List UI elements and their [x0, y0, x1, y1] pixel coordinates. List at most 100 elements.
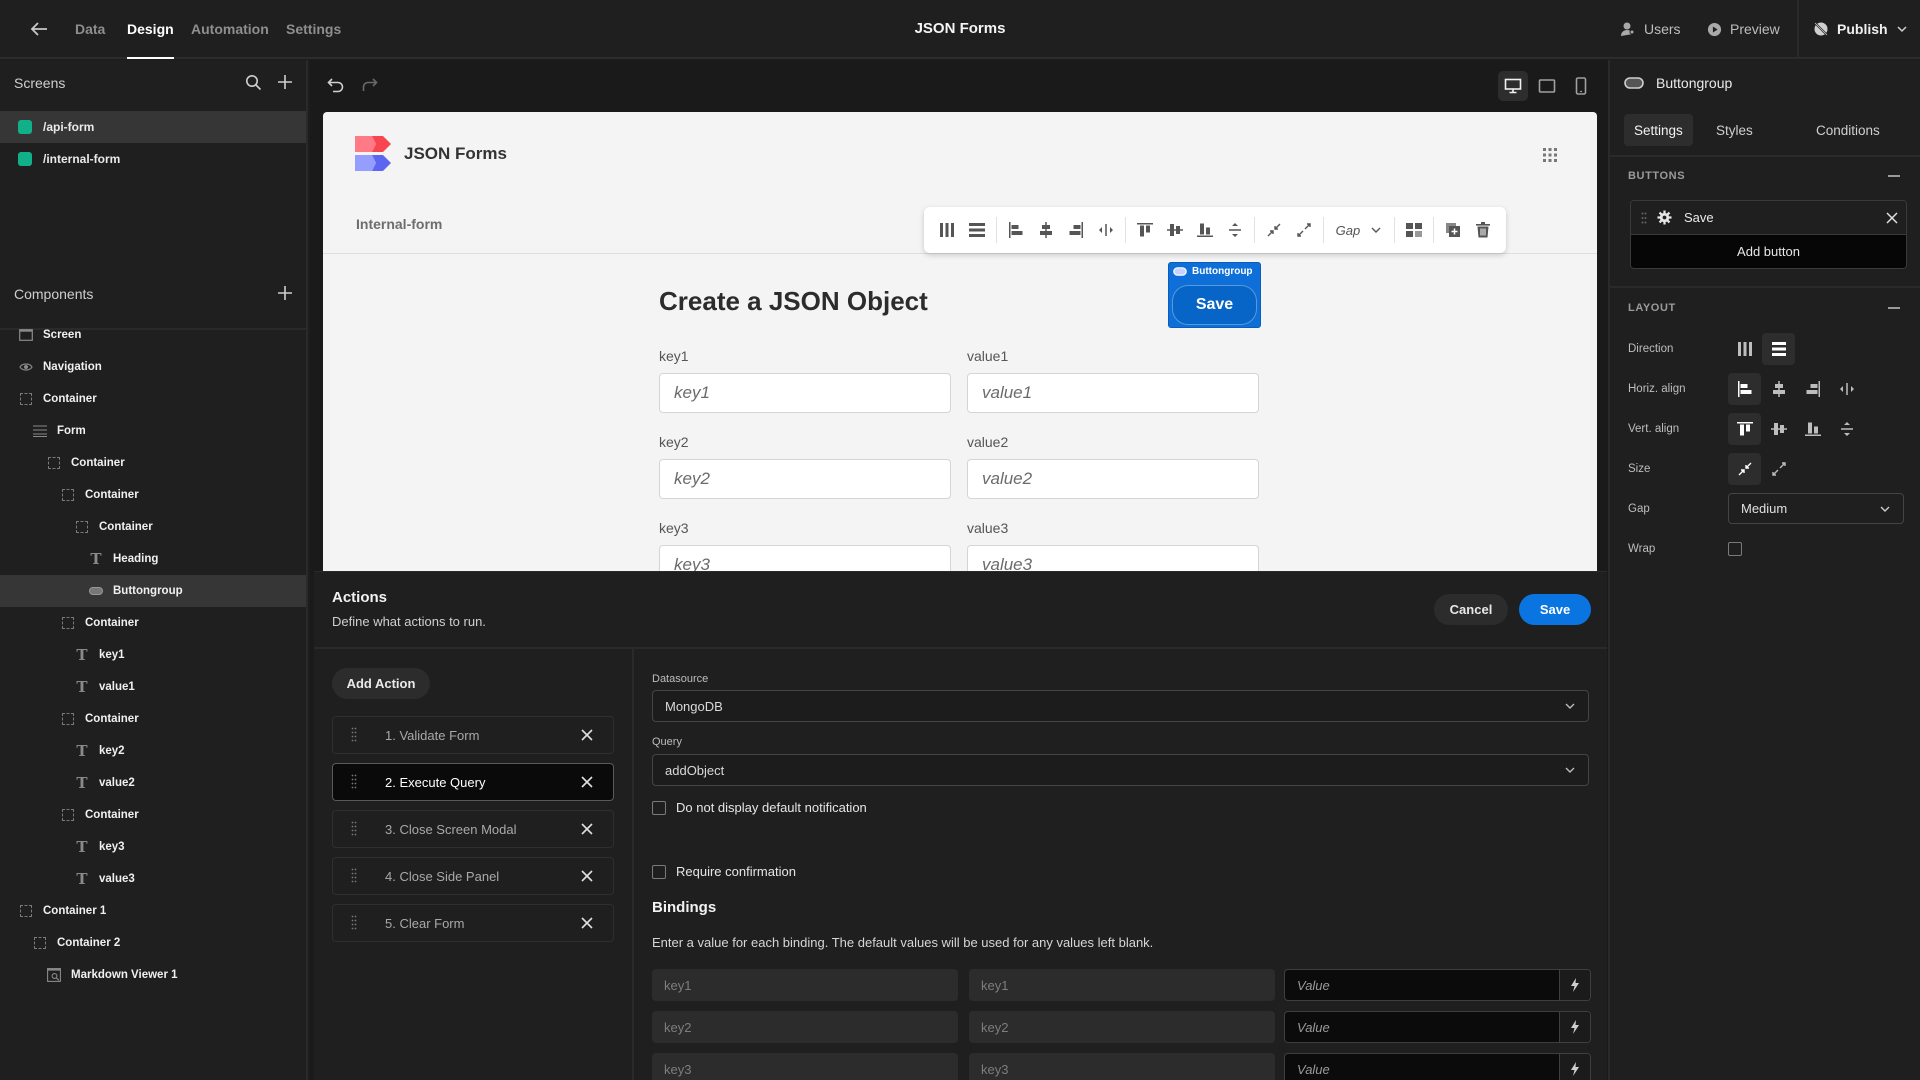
screen-item-api-form[interactable]: /api-form [0, 111, 306, 143]
toolbar-gap-select[interactable]: Gap [1328, 215, 1391, 245]
action-item[interactable]: 3. Close Screen Modal [332, 810, 614, 848]
drag-handle-icon[interactable] [1641, 212, 1647, 224]
remove-action-icon[interactable] [581, 917, 601, 929]
no-notification-checkbox-row[interactable]: Do not display default notification [652, 800, 867, 815]
toolbar-shrink-button[interactable] [1259, 215, 1289, 245]
vert-align-middle-button[interactable] [1762, 413, 1795, 445]
toolbar-direction-row-button[interactable] [932, 215, 962, 245]
preview-button[interactable]: Preview [1707, 17, 1780, 41]
tab-settings[interactable]: Settings [286, 0, 341, 59]
back-button[interactable] [28, 18, 50, 40]
bindings-lightning-button[interactable] [1559, 970, 1590, 1000]
key1-input[interactable] [659, 373, 951, 413]
tree-item[interactable]: Tvalue3 [0, 863, 306, 895]
toolbar-delete-button[interactable] [1468, 215, 1498, 245]
horiz-align-left-button[interactable] [1728, 373, 1761, 405]
tablet-view-button[interactable] [1532, 71, 1562, 101]
tree-item[interactable]: Container [0, 799, 306, 831]
tree-item[interactable]: Tkey1 [0, 639, 306, 671]
remove-action-icon[interactable] [581, 870, 601, 882]
add-button-button[interactable]: Add button [1631, 235, 1906, 268]
collapse-buttons-section[interactable] [1888, 175, 1900, 177]
screen-item-internal-form[interactable]: /internal-form [0, 143, 306, 175]
binding-value-input[interactable] [1285, 970, 1559, 1000]
action-item[interactable]: 1. Validate Form [332, 716, 614, 754]
toolbar-align-left-button[interactable] [1001, 215, 1031, 245]
form-save-button[interactable]: Save [1172, 285, 1257, 325]
drag-handle-icon[interactable] [351, 821, 365, 837]
toolbar-grow-button[interactable] [1289, 215, 1319, 245]
tab-settings[interactable]: Settings [1624, 114, 1693, 146]
vert-align-stretch-button[interactable] [1830, 413, 1863, 445]
remove-button-icon[interactable] [1886, 211, 1898, 224]
gap-select[interactable]: Medium [1728, 493, 1904, 524]
toolbar-valign-top-button[interactable] [1130, 215, 1160, 245]
actions-cancel-button[interactable]: Cancel [1434, 594, 1508, 625]
toolbar-direction-column-button[interactable] [962, 215, 992, 245]
tree-item[interactable]: Buttongroup [0, 575, 306, 607]
add-action-button[interactable]: Add Action [332, 668, 430, 699]
tree-item[interactable]: Tvalue1 [0, 671, 306, 703]
actions-save-button[interactable]: Save [1519, 594, 1591, 625]
value2-input[interactable] [967, 459, 1259, 499]
drag-handle-icon[interactable] [351, 915, 365, 931]
tree-item[interactable]: Container 2 [0, 927, 306, 959]
remove-action-icon[interactable] [581, 776, 601, 788]
action-item[interactable]: 2. Execute Query [332, 763, 614, 801]
tree-item[interactable]: Container [0, 511, 306, 543]
tab-conditions[interactable]: Conditions [1806, 114, 1890, 146]
nav-link-internal-form[interactable]: Internal-form [356, 216, 442, 232]
add-component-button[interactable] [276, 284, 294, 302]
redo-button[interactable] [359, 75, 379, 95]
tree-item[interactable]: Markdown Viewer 1 [0, 959, 306, 991]
require-confirmation-checkbox-row[interactable]: Require confirmation [652, 864, 796, 879]
collapse-layout-section[interactable] [1888, 307, 1900, 309]
require-confirmation-checkbox[interactable] [652, 864, 666, 879]
vert-align-top-button[interactable] [1728, 413, 1761, 445]
mobile-view-button[interactable] [1566, 71, 1596, 101]
tree-item[interactable]: Tkey3 [0, 831, 306, 863]
size-grow-button[interactable] [1762, 453, 1795, 485]
no-notification-checkbox[interactable] [652, 800, 666, 815]
tree-item[interactable]: Tvalue2 [0, 767, 306, 799]
toolbar-align-right-button[interactable] [1061, 215, 1091, 245]
binding-value-input[interactable] [1285, 1054, 1559, 1080]
toolbar-valign-stretch-button[interactable] [1220, 215, 1250, 245]
tree-item[interactable]: Form [0, 415, 306, 447]
tree-item[interactable]: Navigation [0, 351, 306, 383]
tree-item[interactable]: T Heading [0, 543, 306, 575]
tree-item[interactable]: Container 1 [0, 895, 306, 927]
key2-input[interactable] [659, 459, 951, 499]
direction-row-button[interactable] [1728, 333, 1761, 365]
action-item[interactable]: 4. Close Side Panel [332, 857, 614, 895]
tree-item[interactable]: Container [0, 447, 306, 479]
users-button[interactable]: Users [1620, 17, 1681, 41]
tab-data[interactable]: Data [75, 0, 105, 59]
horiz-align-right-button[interactable] [1796, 373, 1829, 405]
remove-action-icon[interactable] [581, 823, 601, 835]
horiz-align-stretch-button[interactable] [1830, 373, 1863, 405]
key3-input[interactable] [659, 545, 951, 572]
search-screens-button[interactable] [245, 74, 262, 91]
toolbar-valign-bottom-button[interactable] [1190, 215, 1220, 245]
tree-item[interactable]: Container [0, 479, 306, 511]
publish-button[interactable]: Publish [1813, 17, 1908, 41]
buttongroup-selection[interactable]: Buttongroup Save [1168, 262, 1261, 328]
button-item-save[interactable]: Save [1631, 201, 1906, 235]
direction-column-button[interactable] [1762, 333, 1795, 365]
datasource-select[interactable]: MongoDB [652, 690, 1589, 722]
bindings-lightning-button[interactable] [1559, 1012, 1590, 1042]
wrap-checkbox[interactable] [1728, 542, 1742, 556]
toolbar-align-stretch-button[interactable] [1091, 215, 1121, 245]
add-screen-button[interactable] [276, 73, 294, 91]
value3-input[interactable] [967, 545, 1259, 572]
toolbar-wrap-button[interactable] [1399, 215, 1429, 245]
tree-item[interactable]: Screen [0, 319, 306, 351]
tab-design[interactable]: Design [127, 0, 174, 59]
horiz-align-center-button[interactable] [1762, 373, 1795, 405]
tree-item[interactable]: Container [0, 383, 306, 415]
bindings-lightning-button[interactable] [1559, 1054, 1590, 1080]
app-grid-button[interactable] [1542, 147, 1558, 163]
undo-button[interactable] [326, 75, 346, 95]
toolbar-align-center-button[interactable] [1031, 215, 1061, 245]
